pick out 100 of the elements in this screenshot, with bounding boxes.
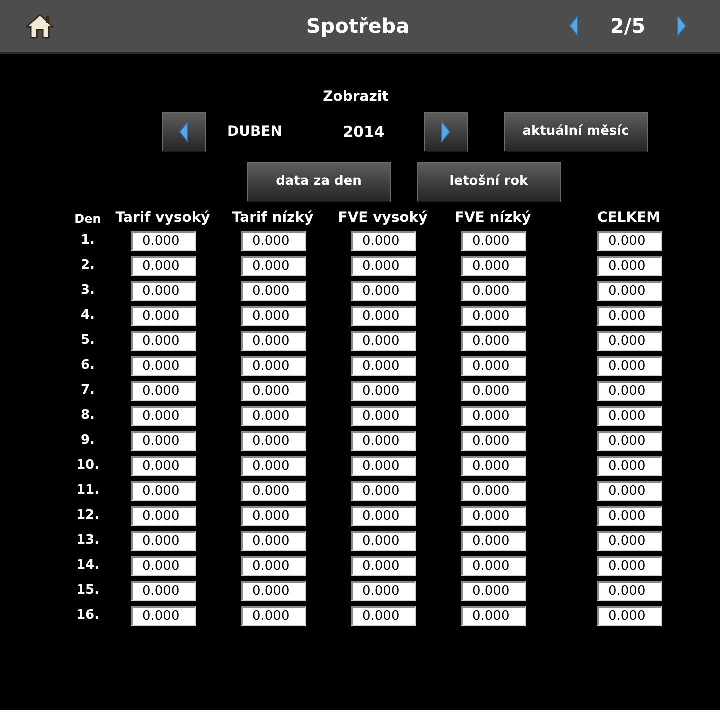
value-field[interactable]: 0.000 bbox=[460, 280, 526, 300]
value-field[interactable]: 0.000 bbox=[596, 330, 662, 350]
value-field[interactable]: 0.000 bbox=[350, 456, 416, 476]
value-field[interactable]: 0.000 bbox=[350, 480, 416, 500]
value-field[interactable]: 0.000 bbox=[596, 380, 662, 400]
value-field[interactable]: 0.000 bbox=[596, 256, 662, 276]
previous-month-button[interactable] bbox=[162, 112, 206, 152]
value-field[interactable]: 0.000 bbox=[130, 456, 196, 476]
value-field[interactable]: 0.000 bbox=[596, 280, 662, 300]
value-field[interactable]: 0.000 bbox=[240, 306, 306, 326]
value-field[interactable]: 0.000 bbox=[130, 280, 196, 300]
day-number: 5. bbox=[81, 332, 95, 350]
value-field[interactable]: 0.000 bbox=[460, 380, 526, 400]
day-number: 15. bbox=[76, 582, 100, 600]
value-field[interactable]: 0.000 bbox=[460, 430, 526, 450]
value-field[interactable]: 0.000 bbox=[596, 530, 662, 550]
value-field[interactable]: 0.000 bbox=[460, 306, 526, 326]
value-field[interactable]: 0.000 bbox=[130, 406, 196, 426]
value-field[interactable]: 0.000 bbox=[130, 230, 196, 250]
value-field[interactable]: 0.000 bbox=[240, 230, 306, 250]
right-arrow-icon bbox=[440, 120, 452, 144]
value-field[interactable]: 0.000 bbox=[350, 556, 416, 576]
value-field[interactable]: 0.000 bbox=[350, 530, 416, 550]
value-field[interactable]: 0.000 bbox=[130, 256, 196, 276]
value-field[interactable]: 0.000 bbox=[350, 430, 416, 450]
value-field[interactable]: 0.000 bbox=[596, 356, 662, 376]
value-field[interactable]: 0.000 bbox=[130, 306, 196, 326]
value-field[interactable]: 0.000 bbox=[460, 330, 526, 350]
value-field[interactable]: 0.000 bbox=[130, 330, 196, 350]
column-header: FVE vysoký bbox=[338, 209, 428, 228]
value-field[interactable]: 0.000 bbox=[460, 256, 526, 276]
value-field[interactable]: 0.000 bbox=[130, 606, 196, 626]
value-field[interactable]: 0.000 bbox=[350, 380, 416, 400]
value-field[interactable]: 0.000 bbox=[350, 580, 416, 600]
value-field[interactable]: 0.000 bbox=[130, 530, 196, 550]
left-arrow-icon bbox=[178, 120, 190, 144]
value-field[interactable]: 0.000 bbox=[460, 480, 526, 500]
day-number: 10. bbox=[76, 456, 100, 475]
value-field[interactable]: 0.000 bbox=[240, 456, 306, 476]
home-icon[interactable] bbox=[26, 13, 54, 39]
day-number: 6. bbox=[81, 356, 95, 375]
value-field[interactable]: 0.000 bbox=[460, 406, 526, 426]
value-field[interactable]: 0.000 bbox=[596, 580, 662, 600]
value-field[interactable]: 0.000 bbox=[596, 430, 662, 450]
next-page-icon[interactable] bbox=[676, 14, 688, 38]
value-field[interactable]: 0.000 bbox=[350, 606, 416, 626]
value-field[interactable]: 0.000 bbox=[350, 230, 416, 250]
value-field[interactable]: 0.000 bbox=[350, 306, 416, 326]
value-field[interactable]: 0.000 bbox=[240, 506, 306, 526]
value-field[interactable]: 0.000 bbox=[240, 580, 306, 600]
value-field[interactable]: 0.000 bbox=[460, 530, 526, 550]
day-number: 8. bbox=[81, 406, 95, 425]
value-field[interactable]: 0.000 bbox=[350, 280, 416, 300]
day-number: 3. bbox=[81, 282, 95, 300]
value-field[interactable]: 0.000 bbox=[460, 356, 526, 376]
this-year-button[interactable]: letošní rok bbox=[417, 162, 561, 202]
column-header: Tarif vysoký bbox=[116, 209, 210, 228]
value-field[interactable]: 0.000 bbox=[240, 356, 306, 376]
value-field[interactable]: 0.000 bbox=[596, 506, 662, 526]
value-field[interactable]: 0.000 bbox=[130, 480, 196, 500]
value-field[interactable]: 0.000 bbox=[240, 480, 306, 500]
value-field[interactable]: 0.000 bbox=[596, 480, 662, 500]
value-field[interactable]: 0.000 bbox=[240, 330, 306, 350]
value-field[interactable]: 0.000 bbox=[350, 330, 416, 350]
value-field[interactable]: 0.000 bbox=[240, 556, 306, 576]
value-field[interactable]: 0.000 bbox=[240, 530, 306, 550]
value-field[interactable]: 0.000 bbox=[130, 356, 196, 376]
value-field[interactable]: 0.000 bbox=[130, 506, 196, 526]
day-number: 7. bbox=[81, 382, 95, 400]
value-field[interactable]: 0.000 bbox=[240, 606, 306, 626]
value-field[interactable]: 0.000 bbox=[350, 356, 416, 376]
value-field[interactable]: 0.000 bbox=[130, 380, 196, 400]
value-field[interactable]: 0.000 bbox=[130, 580, 196, 600]
value-field[interactable]: 0.000 bbox=[350, 406, 416, 426]
value-field[interactable]: 0.000 bbox=[596, 456, 662, 476]
daily-data-button[interactable]: data za den bbox=[247, 162, 391, 202]
value-field[interactable]: 0.000 bbox=[460, 456, 526, 476]
value-field[interactable]: 0.000 bbox=[596, 556, 662, 576]
next-month-button[interactable] bbox=[424, 112, 468, 152]
value-field[interactable]: 0.000 bbox=[460, 506, 526, 526]
value-field[interactable]: 0.000 bbox=[130, 556, 196, 576]
year-label: 2014 bbox=[342, 122, 386, 143]
value-field[interactable]: 0.000 bbox=[240, 380, 306, 400]
value-field[interactable]: 0.000 bbox=[596, 306, 662, 326]
value-field[interactable]: 0.000 bbox=[240, 256, 306, 276]
value-field[interactable]: 0.000 bbox=[596, 606, 662, 626]
value-field[interactable]: 0.000 bbox=[240, 430, 306, 450]
current-month-button[interactable]: aktuální měsíc bbox=[504, 112, 648, 152]
value-field[interactable]: 0.000 bbox=[460, 556, 526, 576]
value-field[interactable]: 0.000 bbox=[460, 606, 526, 626]
value-field[interactable]: 0.000 bbox=[460, 230, 526, 250]
value-field[interactable]: 0.000 bbox=[596, 230, 662, 250]
value-field[interactable]: 0.000 bbox=[130, 430, 196, 450]
value-field[interactable]: 0.000 bbox=[460, 580, 526, 600]
value-field[interactable]: 0.000 bbox=[350, 256, 416, 276]
value-field[interactable]: 0.000 bbox=[240, 280, 306, 300]
value-field[interactable]: 0.000 bbox=[596, 406, 662, 426]
previous-page-icon[interactable] bbox=[568, 14, 580, 38]
value-field[interactable]: 0.000 bbox=[240, 406, 306, 426]
value-field[interactable]: 0.000 bbox=[350, 506, 416, 526]
